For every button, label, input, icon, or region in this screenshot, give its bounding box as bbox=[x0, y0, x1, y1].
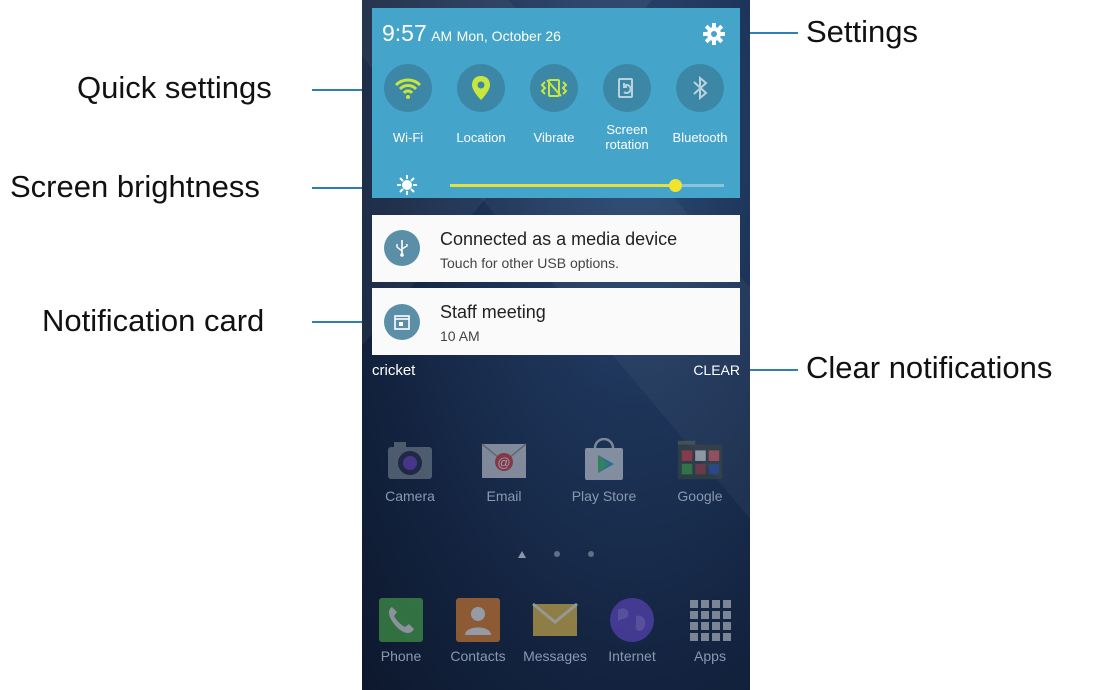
screen-rotation-icon bbox=[603, 64, 651, 112]
quick-setting-location[interactable]: Location bbox=[445, 64, 517, 145]
carrier-label: cricket bbox=[372, 362, 416, 379]
usb-icon bbox=[384, 230, 420, 266]
vibrate-icon bbox=[530, 64, 578, 112]
quick-setting-label-line2: rotation bbox=[605, 137, 649, 152]
bluetooth-icon bbox=[676, 64, 724, 112]
status-time: 9:57 AM Mon, October 26 bbox=[382, 20, 561, 47]
quick-setting-label: Vibrate bbox=[533, 130, 575, 145]
svg-text:@: @ bbox=[497, 455, 510, 470]
dock-app-apps[interactable]: Apps bbox=[670, 596, 750, 664]
quick-setting-label: Wi-Fi bbox=[392, 130, 424, 145]
page-dot bbox=[588, 551, 594, 557]
brightness-sun-icon bbox=[396, 174, 418, 196]
dock-app-internet[interactable]: Internet bbox=[592, 596, 672, 664]
app-label: Email bbox=[486, 488, 522, 504]
app-camera[interactable]: Camera bbox=[370, 436, 450, 504]
quick-setting-vibrate[interactable]: Vibrate bbox=[518, 64, 590, 145]
app-label: Contacts bbox=[450, 648, 506, 664]
home-page-indicator-icon bbox=[518, 551, 526, 558]
dock-app-contacts[interactable]: Contacts bbox=[438, 596, 518, 664]
calendar-icon bbox=[384, 304, 420, 340]
phone-icon bbox=[377, 596, 425, 644]
notification-title: Staff meeting bbox=[440, 302, 546, 322]
google-folder-icon bbox=[676, 436, 724, 484]
apps-grid-icon bbox=[686, 596, 734, 644]
app-label: Google bbox=[677, 488, 723, 504]
quick-setting-label: Location bbox=[456, 130, 506, 145]
callout-settings: Settings bbox=[806, 14, 919, 49]
app-google-folder[interactable]: Google bbox=[660, 436, 740, 504]
wifi-icon bbox=[384, 64, 432, 112]
quick-setting-label: Screen rotation bbox=[591, 122, 663, 152]
callout-quick-settings: Quick settings bbox=[77, 70, 272, 105]
page-indicator bbox=[362, 551, 750, 558]
clock-ampm: AM bbox=[431, 28, 453, 44]
app-label: Messages bbox=[523, 648, 587, 664]
quick-setting-bluetooth[interactable]: Bluetooth bbox=[664, 64, 736, 145]
callout-line-clear-notifications bbox=[744, 369, 798, 371]
phone-screen: 9:57 AM Mon, October 26 Wi-Fi Location V… bbox=[362, 0, 750, 690]
dock-app-phone[interactable]: Phone bbox=[362, 596, 441, 664]
clock-time: 9:57 bbox=[382, 20, 427, 46]
page-dot bbox=[554, 551, 560, 557]
app-email[interactable]: @ Email bbox=[464, 436, 544, 504]
internet-icon bbox=[608, 596, 656, 644]
notification-subtitle: 10 AM bbox=[440, 328, 480, 344]
brightness-slider-fill bbox=[450, 184, 675, 187]
app-label: Phone bbox=[380, 648, 422, 664]
messages-icon bbox=[531, 596, 579, 644]
notification-card-staff-meeting[interactable]: Staff meeting 10 AM bbox=[372, 288, 740, 355]
callout-screen-brightness: Screen brightness bbox=[10, 169, 260, 204]
location-icon bbox=[457, 64, 505, 112]
brightness-slider[interactable] bbox=[450, 179, 724, 192]
quick-setting-wifi[interactable]: Wi-Fi bbox=[372, 64, 444, 145]
app-label: Play Store bbox=[571, 488, 637, 504]
clear-notifications-button[interactable]: CLEAR bbox=[693, 362, 740, 378]
notification-title: Connected as a media device bbox=[440, 229, 678, 249]
quick-setting-label-line1: Screen bbox=[606, 122, 648, 137]
quick-settings-panel: 9:57 AM Mon, October 26 Wi-Fi Location V… bbox=[372, 8, 740, 198]
quick-setting-label: Bluetooth bbox=[672, 130, 728, 145]
contacts-icon bbox=[454, 596, 502, 644]
camera-icon bbox=[386, 436, 434, 484]
brightness-slider-thumb[interactable] bbox=[668, 179, 682, 192]
app-label: Internet bbox=[608, 648, 656, 664]
app-label: Camera bbox=[385, 488, 435, 504]
status-date: Mon, October 26 bbox=[456, 28, 561, 44]
play-store-icon bbox=[580, 436, 628, 484]
email-icon: @ bbox=[480, 436, 528, 484]
notification-card-usb[interactable]: Connected as a media device Touch for ot… bbox=[372, 215, 740, 282]
dock-app-messages[interactable]: Messages bbox=[515, 596, 595, 664]
callout-notification-card: Notification card bbox=[42, 303, 265, 338]
notification-subtitle: Touch for other USB options. bbox=[440, 255, 619, 271]
settings-gear-icon[interactable] bbox=[702, 22, 726, 46]
app-play-store[interactable]: Play Store bbox=[564, 436, 644, 504]
quick-setting-screen-rotation[interactable]: Screen rotation bbox=[591, 64, 663, 152]
app-label: Apps bbox=[694, 648, 726, 664]
callout-clear-notifications: Clear notifications bbox=[806, 350, 1053, 385]
